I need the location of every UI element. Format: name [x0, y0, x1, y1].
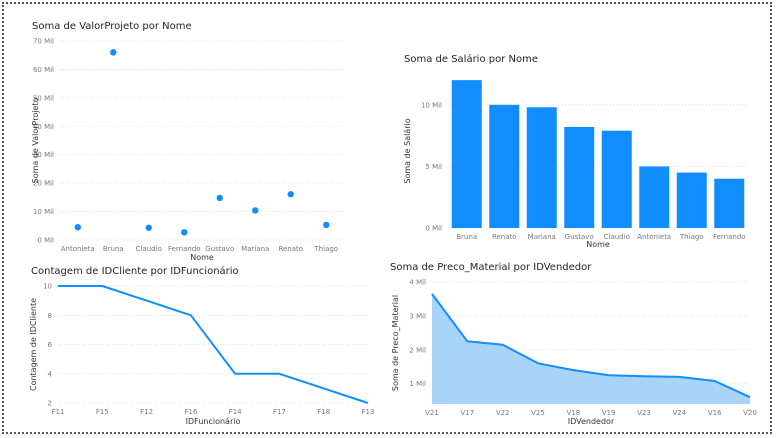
x-axis-title: Nome [190, 253, 214, 262]
x-tick-label: Antonieta [637, 233, 671, 241]
y-tick-label: 0 Mil [425, 225, 442, 233]
data-point [181, 229, 188, 236]
y-tick-label: 10 Mil [421, 101, 442, 109]
y-axis-title: Soma de ValorProjeto [31, 98, 40, 184]
data-point [287, 191, 294, 198]
x-axis-title: Nome [586, 240, 610, 249]
x-tick-label: V20 [743, 409, 757, 417]
x-tick-label: V18 [566, 409, 580, 417]
x-tick-label: V25 [531, 409, 545, 417]
y-tick-label: 10 [43, 283, 52, 291]
x-tick-label: Fernando [713, 233, 746, 241]
data-point [216, 194, 223, 202]
series-line [58, 285, 369, 404]
x-tick-label: Claudio [136, 245, 162, 253]
y-axis-title: Soma de Salário [403, 118, 412, 183]
x-tick-label: F13 [362, 408, 375, 416]
bar [451, 80, 482, 228]
y-tick-label: 10 Mil [33, 208, 54, 216]
y-tick-label: 4 Mil [409, 279, 426, 287]
y-axis-title: Soma de Preco_Material [391, 295, 400, 391]
x-tick-label: Renato [492, 233, 517, 241]
y-tick-label: 4 [48, 370, 53, 378]
data-point [110, 49, 117, 56]
idcliente-line-chart: 2 4 6 8 10 F11 F15 F12 F16 F14 F17 F18 F13 IDFuncioná… [29, 283, 375, 427]
x-tick-label: Mariana [241, 245, 269, 253]
x-axis-title: IDVendedor [568, 417, 615, 426]
area-fill [432, 293, 750, 404]
salario-bar-panel[interactable]: Soma de Salário por Nome 0 Mil 5 Mil 10 Mi… [388, 48, 758, 258]
x-tick-label: Fernando [168, 245, 201, 253]
x-tick-label: Mariana [528, 233, 556, 241]
x-tick-label: Antonieta [61, 245, 95, 253]
x-tick-label: F18 [317, 408, 330, 416]
salario-bar-chart: 0 Mil5 Mil10 MilBruna Renato Mariana Gustav… [403, 80, 748, 249]
idcliente-line-panel[interactable]: Contagem de IDCliente por IDFuncionário … [14, 262, 376, 430]
x-tick-label: F12 [140, 408, 153, 416]
x-tick-label: Gustavo [205, 245, 234, 253]
bar [526, 107, 557, 228]
x-tick-label: F16 [184, 408, 197, 416]
x-tick-label: V22 [496, 409, 510, 417]
preco-material-area-panel[interactable]: Soma de Preco_Material por IDVendedor 1 … [380, 258, 760, 430]
x-tick-label: V23 [637, 409, 651, 417]
y-tick-label: 1 Mil [409, 380, 426, 388]
y-tick-label: 5 Mil [425, 163, 442, 171]
y-tick-label: 8 [48, 312, 52, 320]
bar [601, 130, 632, 228]
data-point [74, 224, 81, 231]
y-tick-label: 60 Mil [33, 66, 54, 74]
data-point [145, 224, 152, 231]
bar [639, 166, 670, 228]
x-tick-label: Bruna [456, 233, 477, 241]
y-tick-label: 6 [48, 341, 53, 349]
x-tick-label: Thiago [679, 233, 704, 241]
y-tick-label: 70 Mil [33, 38, 54, 46]
bar [714, 178, 745, 228]
data-point [323, 221, 330, 229]
x-axis-title: IDFuncionário [186, 417, 241, 426]
x-tick-label: Thiago [313, 245, 338, 253]
x-tick-label: Renato [278, 245, 303, 253]
data-point [252, 207, 259, 214]
x-tick-label: F17 [273, 408, 286, 416]
x-tick-label: Bruna [103, 245, 124, 253]
preco-material-area-chart: 1 Mil 2 Mil 3 Mil 4 Mil V21 V17 V22 V25 V18 V19 V2… [391, 279, 757, 427]
x-tick-label: V21 [425, 409, 439, 417]
x-tick-label: V24 [672, 409, 686, 417]
x-tick-label: V19 [602, 409, 616, 417]
y-tick-label: 3 Mil [409, 312, 426, 320]
bar [676, 172, 707, 228]
y-axis-title: Contagem de IDCliente [29, 298, 38, 391]
x-tick-label: V16 [708, 409, 722, 417]
x-tick-label: V17 [460, 409, 474, 417]
y-tick-label: 2 Mil [409, 346, 426, 354]
bar [564, 126, 595, 228]
y-tick-label: 0 Mil [37, 237, 54, 245]
valorprojeto-scatter-chart: 0 Mil10 Mil20 Mil30 Mil40 Mil50 Mil60 Mi… [31, 38, 344, 262]
x-tick-label: F15 [96, 408, 109, 416]
x-tick-label: F11 [52, 408, 65, 416]
valorprojeto-scatter-panel[interactable]: Soma de ValorProjeto por Nome 0 Mil 10 Mi… [14, 14, 354, 264]
x-tick-label: F14 [229, 408, 242, 416]
y-tick-label: 2 [48, 400, 52, 408]
bar [489, 104, 520, 228]
